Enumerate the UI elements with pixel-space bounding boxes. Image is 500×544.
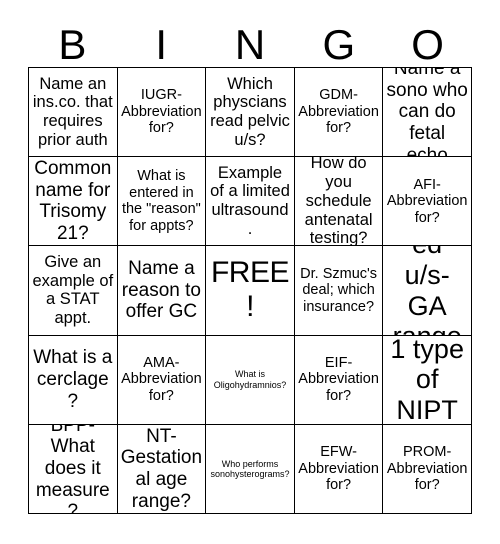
- bingo-cell-text: Who performs sonohysterograms?: [210, 458, 290, 479]
- bingo-cell-text: Name a reason to offer GC: [121, 258, 201, 323]
- bingo-cell-r2-c4[interactable]: How do you schedule antenatal testing?: [294, 157, 384, 247]
- bingo-cell-r3-c2[interactable]: Name a reason to offer GC: [117, 246, 207, 336]
- bingo-cell-text: Common name for Trisomy 21?: [34, 157, 112, 244]
- bingo-header-letter-o: O: [411, 20, 444, 68]
- bingo-cell-text: EFW-Abbreviation for?: [298, 444, 379, 494]
- bingo-cell-text: What is Oligohydramnios?: [213, 369, 287, 390]
- bingo-header-letter-g: G: [322, 20, 356, 68]
- bingo-cell-r5-c1[interactable]: BPP-What does it measure?: [29, 424, 118, 514]
- bingo-cell-text: How do you schedule antenatal testing?: [304, 157, 373, 247]
- bingo-cell-text: Name a sono who can do fetal echo: [386, 68, 468, 158]
- bingo-header-letter-b: B: [58, 20, 87, 68]
- bingo-cell-r1-c5[interactable]: Name a sono who can do fetal echo: [383, 68, 472, 158]
- bingo-cell-r2-c1[interactable]: Common name for Trisomy 21?: [29, 157, 118, 247]
- bingo-cell-text: Which physcians read pelvic u/s?: [210, 74, 290, 149]
- bingo-cell-text: Give an example of a STAT appt.: [32, 252, 114, 328]
- bingo-header-letter-i: I: [155, 20, 168, 68]
- bingo-cell-r2-c3[interactable]: Example of a limited ultrasound.: [206, 157, 295, 247]
- bingo-cell-text: Name 1 type of NIPT test: [390, 335, 464, 425]
- bingo-cell-r2-c2[interactable]: What is entered in the "reason" for appt…: [117, 157, 207, 247]
- bingo-cell-r4-c4[interactable]: EIF-Abbreviation for?: [294, 335, 384, 425]
- bingo-cell-r1-c2[interactable]: IUGR-Abbreviation for?: [117, 68, 207, 158]
- bingo-header-row: BINGO: [28, 22, 472, 67]
- bingo-cell-text: IUGR-Abbreviation for?: [121, 87, 202, 137]
- bingo-cell-r1-c3[interactable]: Which physcians read pelvic u/s?: [206, 68, 295, 158]
- bingo-cell-text: AMA-Abbreviation for?: [121, 354, 202, 404]
- bingo-cell-text: Dr. Szmuc's deal; which insurance?: [300, 265, 378, 315]
- bingo-header-letter-n: N: [234, 20, 266, 68]
- bingo-cell-r4-c5[interactable]: Name 1 type of NIPT test: [383, 335, 472, 425]
- bingo-cell-free[interactable]: FREE!: [206, 246, 295, 336]
- bingo-grid: Name an ins.co. that requires prior auth…: [28, 67, 472, 514]
- bingo-cell-r3-c1[interactable]: Give an example of a STAT appt.: [29, 246, 118, 336]
- bingo-cell-text: AFI-Abbreviation for?: [386, 176, 468, 226]
- bingo-cell-text: What is entered in the "reason" for appt…: [121, 168, 201, 234]
- bingo-cell-r5-c3[interactable]: Who performs sonohysterograms?: [206, 424, 295, 514]
- bingo-cell-r4-c2[interactable]: AMA-Abbreviation for?: [117, 335, 207, 425]
- bingo-cell-r5-c5[interactable]: PROM-Abbreviation for?: [383, 424, 472, 514]
- bingo-cell-r4-c1[interactable]: What is a cerclage?: [29, 335, 118, 425]
- bingo-cell-r3-c5[interactable]: Detailed u/s-GA range?: [383, 246, 472, 336]
- bingo-cell-text: FREE!: [210, 256, 290, 324]
- bingo-cell-text: Example of a limited ultrasound.: [210, 163, 290, 239]
- bingo-cell-text: BPP-What does it measure?: [35, 424, 110, 514]
- bingo-cell-r1-c1[interactable]: Name an ins.co. that requires prior auth: [29, 68, 118, 158]
- bingo-cell-r5-c4[interactable]: EFW-Abbreviation for?: [294, 424, 384, 514]
- bingo-cell-text: NT-Gestational age range?: [120, 425, 203, 512]
- bingo-cell-r3-c4[interactable]: Dr. Szmuc's deal; which insurance?: [294, 246, 384, 336]
- bingo-cell-text: Detailed u/s-GA range?: [393, 246, 462, 334]
- bingo-cell-text: What is a cerclage?: [33, 347, 113, 412]
- bingo-cell-r2-c5[interactable]: AFI-Abbreviation for?: [383, 157, 472, 247]
- bingo-cell-r1-c4[interactable]: GDM-Abbreviation for?: [294, 68, 384, 158]
- bingo-cell-text: Name an ins.co. that requires prior auth: [32, 74, 113, 149]
- bingo-cell-text: PROM-Abbreviation for?: [386, 444, 468, 494]
- bingo-card: B I N G O Name an ins.co. that requires prio…: [0, 0, 500, 544]
- bingo-cell-text: GDM-Abbreviation for?: [298, 87, 379, 137]
- bingo-cell-text: EIF-Abbreviation for?: [298, 354, 379, 404]
- bingo-cell-r5-c2[interactable]: NT-Gestational age range?: [117, 424, 207, 514]
- bingo-cell-r4-c3[interactable]: What is Oligohydramnios?: [206, 335, 295, 425]
